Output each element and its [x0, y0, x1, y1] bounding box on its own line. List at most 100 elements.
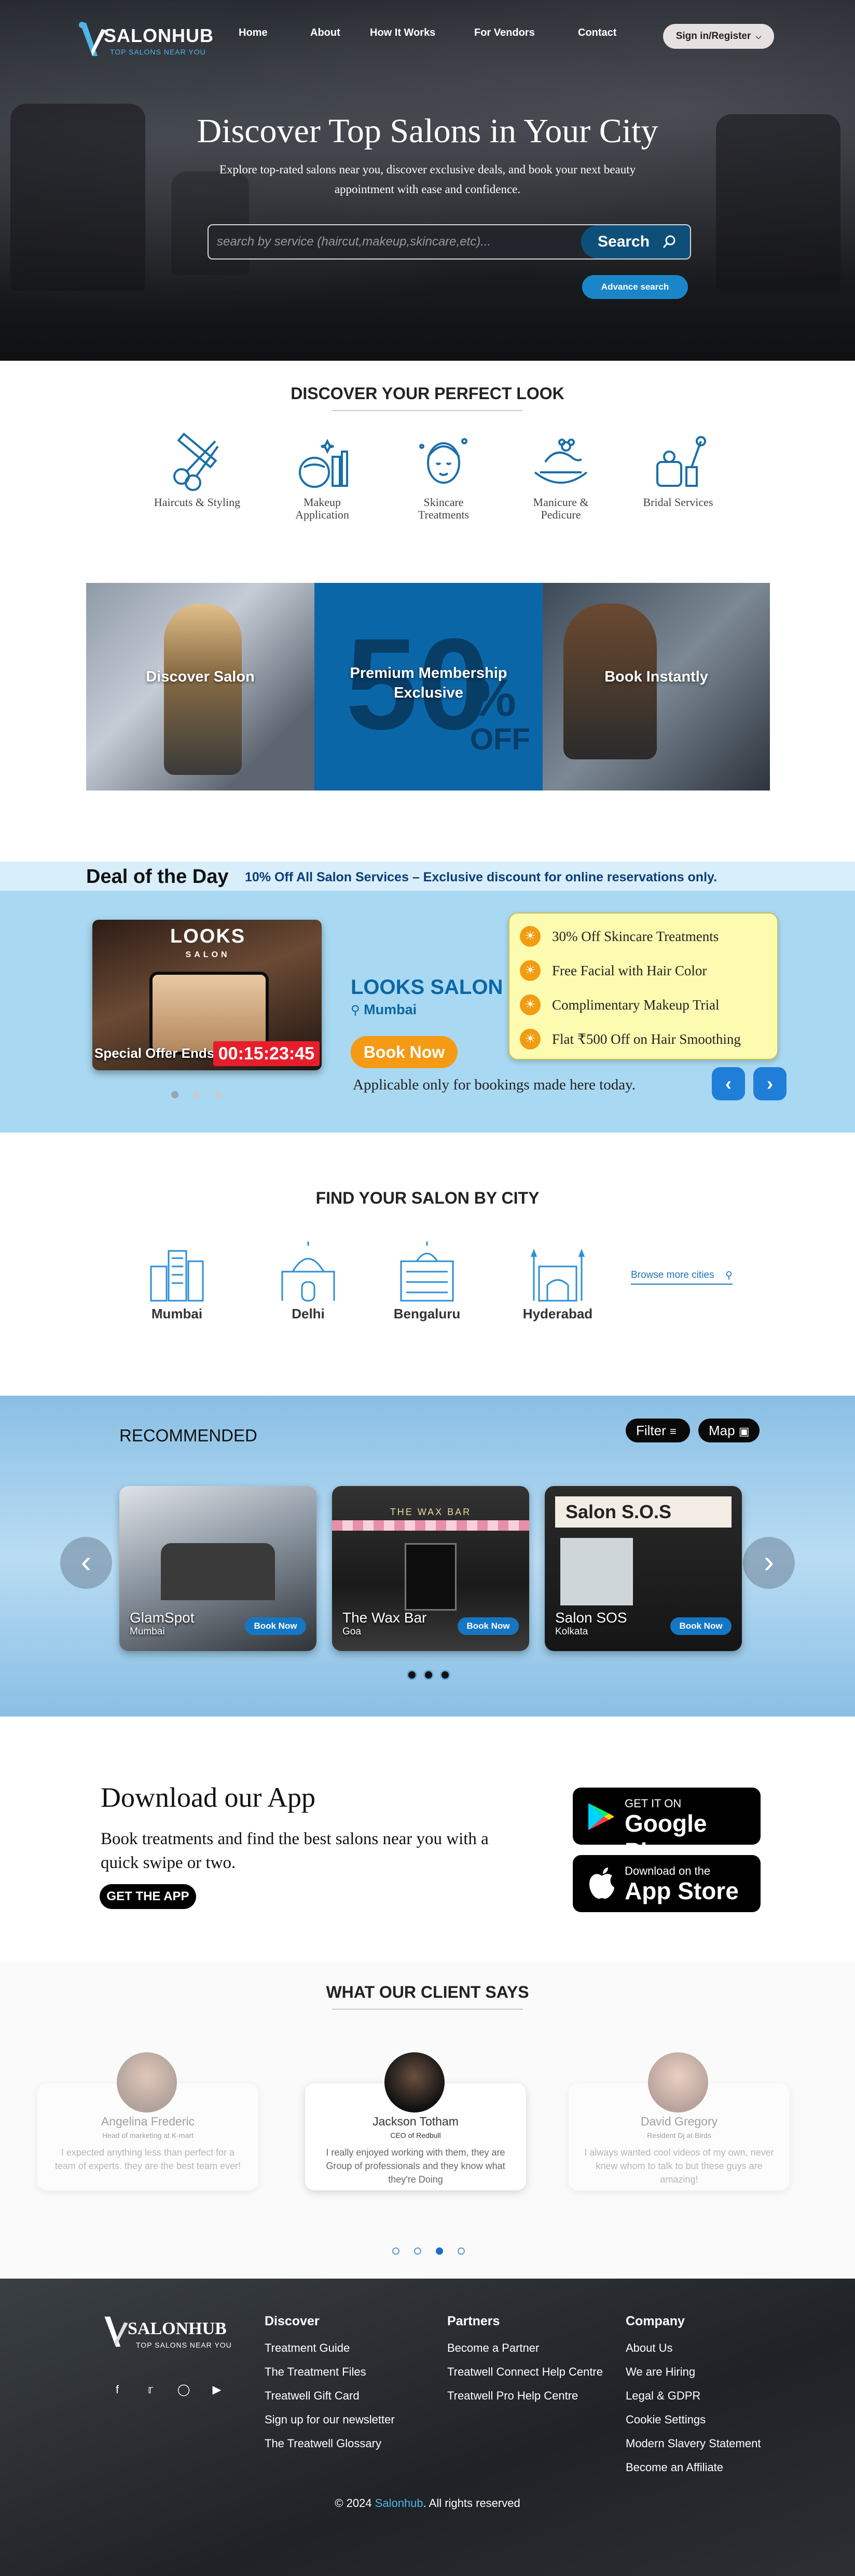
- deal-prev-arrow[interactable]: ‹: [712, 1067, 745, 1100]
- browse-more-cities-link[interactable]: Browse more cities ⚲: [631, 1270, 733, 1285]
- footer-link[interactable]: We are Hiring: [626, 2360, 761, 2384]
- salon-book-button[interactable]: Book Now: [245, 1617, 306, 1635]
- testimonial-carousel-dots: [392, 2247, 465, 2255]
- carousel-dot[interactable]: [193, 1091, 200, 1098]
- footer-link[interactable]: Treatment Guide: [265, 2336, 395, 2360]
- scissors-comb-icon: [173, 432, 219, 491]
- carousel-dot[interactable]: [458, 2247, 465, 2255]
- promo-membership[interactable]: 50 % OFF Premium Membership Exclusive: [314, 583, 543, 790]
- twitter-icon[interactable]: 𝕣: [140, 2379, 161, 2400]
- salon-card[interactable]: THE WAX BAR The Wax Bar Goa Book Now: [332, 1486, 529, 1651]
- map-button[interactable]: Map ▣: [698, 1419, 760, 1442]
- carousel-dot[interactable]: [171, 1091, 178, 1098]
- promo-discover-salon[interactable]: Discover Salon: [86, 583, 314, 790]
- city-mumbai[interactable]: Mumbai: [138, 1241, 216, 1322]
- chevron-down-icon: ⌵: [755, 32, 762, 40]
- carousel-dot[interactable]: [440, 1670, 450, 1680]
- look-bridal[interactable]: Bridal Services: [634, 431, 722, 509]
- footer-link[interactable]: The Treatwell Glossary: [265, 2432, 395, 2456]
- search-button[interactable]: Search: [581, 225, 690, 258]
- salon-book-button[interactable]: Book Now: [670, 1617, 732, 1635]
- advanced-search-button[interactable]: Advance search: [582, 275, 688, 299]
- looks-section-title: DISCOVER YOUR PERFECT LOOK: [291, 384, 564, 403]
- rec-prev-arrow[interactable]: ‹: [60, 1537, 112, 1589]
- carousel-dot[interactable]: [436, 2247, 443, 2255]
- filter-button[interactable]: Filter ≡: [626, 1419, 690, 1442]
- city-label: Mumbai: [151, 1306, 203, 1321]
- promo-book-instantly[interactable]: Book Instantly: [543, 583, 770, 790]
- footer-link[interactable]: Become an Affiliate: [626, 2456, 761, 2479]
- face-spa-icon: [419, 438, 467, 484]
- signin-label: Sign in/Register: [675, 31, 751, 42]
- salon-card[interactable]: GlamSpot Mumbai Book Now: [119, 1486, 316, 1651]
- google-play-button[interactable]: GET IT ON Google Play: [573, 1788, 761, 1865]
- testimonial-quote: I always wanted cool videos of my own, n…: [584, 2147, 774, 2185]
- search-input[interactable]: [209, 225, 582, 258]
- hero-section: SALONHUB TOP SALONS NEAR YOU Home About …: [0, 0, 855, 361]
- title-underline: [332, 410, 523, 411]
- deal-salon-name[interactable]: LOOKS SALON: [351, 976, 503, 999]
- filter-sliders-icon: ≡: [670, 1425, 677, 1438]
- look-makeup[interactable]: Makeup Application: [278, 431, 366, 521]
- recommended-title: RECOMMENDED: [119, 1426, 257, 1445]
- youtube-icon[interactable]: ▶: [206, 2379, 227, 2400]
- get-the-app-button[interactable]: GET THE APP: [100, 1884, 196, 1909]
- footer-link[interactable]: Sign up for our newsletter: [265, 2408, 395, 2432]
- sun-badge-icon: ☀: [520, 926, 541, 947]
- offer-item: ☀ Free Facial with Hair Color: [520, 960, 707, 981]
- footer-partners-column: Partners Become a Partner Treatwell Conn…: [447, 2314, 603, 2408]
- city-delhi[interactable]: Delhi: [269, 1241, 347, 1322]
- look-manicure[interactable]: Manicure & Pedicure: [517, 431, 605, 521]
- testimonial-card: David Gregory Resident Dj at Birds I alw…: [569, 2052, 790, 2190]
- app-store-button[interactable]: Download on the App Store: [573, 1855, 761, 1912]
- carousel-dot[interactable]: [407, 1670, 417, 1680]
- look-haircuts[interactable]: Haircuts & Styling: [153, 431, 241, 509]
- salon-card[interactable]: Salon S.O.S Salon SOS Kolkata Book Now: [545, 1486, 742, 1651]
- footer-link[interactable]: Treatwell Gift Card: [265, 2384, 395, 2408]
- city-bengaluru[interactable]: Bengaluru: [388, 1241, 466, 1322]
- site-logo[interactable]: SALONHUB TOP SALONS NEAR YOU: [77, 18, 213, 61]
- chevron-right-icon: ›: [767, 1073, 773, 1094]
- instagram-icon[interactable]: ◯: [173, 2379, 194, 2400]
- carousel-dot[interactable]: [423, 1670, 434, 1680]
- countdown-timer: 00:15:23:45: [213, 1041, 320, 1066]
- carousel-dot[interactable]: [414, 2247, 421, 2255]
- look-skincare[interactable]: Skincare Treatments: [399, 431, 488, 521]
- footer-link[interactable]: About Us: [626, 2336, 761, 2360]
- rec-next-arrow[interactable]: ›: [743, 1537, 795, 1589]
- nav-for-vendors[interactable]: For Vendors: [474, 27, 535, 39]
- apple-logo-icon: [589, 1868, 614, 1899]
- salon-city: Mumbai: [130, 1626, 165, 1637]
- footer-col-title: Discover: [265, 2314, 320, 2328]
- footer-link[interactable]: Treatwell Pro Help Centre: [447, 2384, 603, 2408]
- carousel-dot[interactable]: [392, 2247, 399, 2255]
- deal-section: LOOKS SALON Special Offer Ends In: 00:15…: [0, 891, 855, 1133]
- footer-logo[interactable]: SALONHUB TOP SALONS NEAR YOU: [102, 2312, 242, 2359]
- footer-link[interactable]: Legal & GDPR: [626, 2384, 761, 2408]
- cities-section-title: FIND YOUR SALON BY CITY: [315, 1189, 540, 1207]
- deal-salon-image[interactable]: LOOKS SALON Special Offer Ends In: 00:15…: [92, 920, 322, 1070]
- deal-next-arrow[interactable]: ›: [753, 1067, 787, 1100]
- nav-contact[interactable]: Contact: [578, 27, 616, 39]
- carousel-dot[interactable]: [215, 1091, 222, 1098]
- nav-how-it-works[interactable]: How It Works: [370, 27, 435, 39]
- look-label: Skincare Treatments: [418, 496, 470, 521]
- footer-link[interactable]: The Treatment Files: [265, 2360, 395, 2384]
- copyright-brand-link[interactable]: Salonhub: [375, 2497, 423, 2510]
- footer-link[interactable]: Modern Slavery Statement: [626, 2432, 761, 2456]
- salon-book-button[interactable]: Book Now: [458, 1617, 519, 1635]
- footer-link[interactable]: Treatwell Connect Help Centre: [447, 2360, 603, 2384]
- chevron-right-icon: ›: [764, 1544, 774, 1579]
- recommended-section: RECOMMENDED Filter ≡ Map ▣ ‹ › GlamSpot …: [0, 1396, 855, 1716]
- testimonial-name: Angelina Frederic: [101, 2115, 195, 2128]
- chevron-left-icon: ‹: [81, 1544, 91, 1579]
- facebook-icon[interactable]: f: [107, 2379, 128, 2400]
- city-label: Bengaluru: [393, 1306, 461, 1321]
- city-hyderabad[interactable]: Hyderabad: [519, 1241, 597, 1322]
- footer-link[interactable]: Become a Partner: [447, 2336, 603, 2360]
- nav-about[interactable]: About: [310, 27, 340, 39]
- signin-register-button[interactable]: Sign in/Register ⌵: [663, 24, 774, 49]
- deal-book-now-button[interactable]: Book Now: [351, 1036, 458, 1068]
- nav-home[interactable]: Home: [239, 27, 268, 39]
- footer-link[interactable]: Cookie Settings: [626, 2408, 761, 2432]
